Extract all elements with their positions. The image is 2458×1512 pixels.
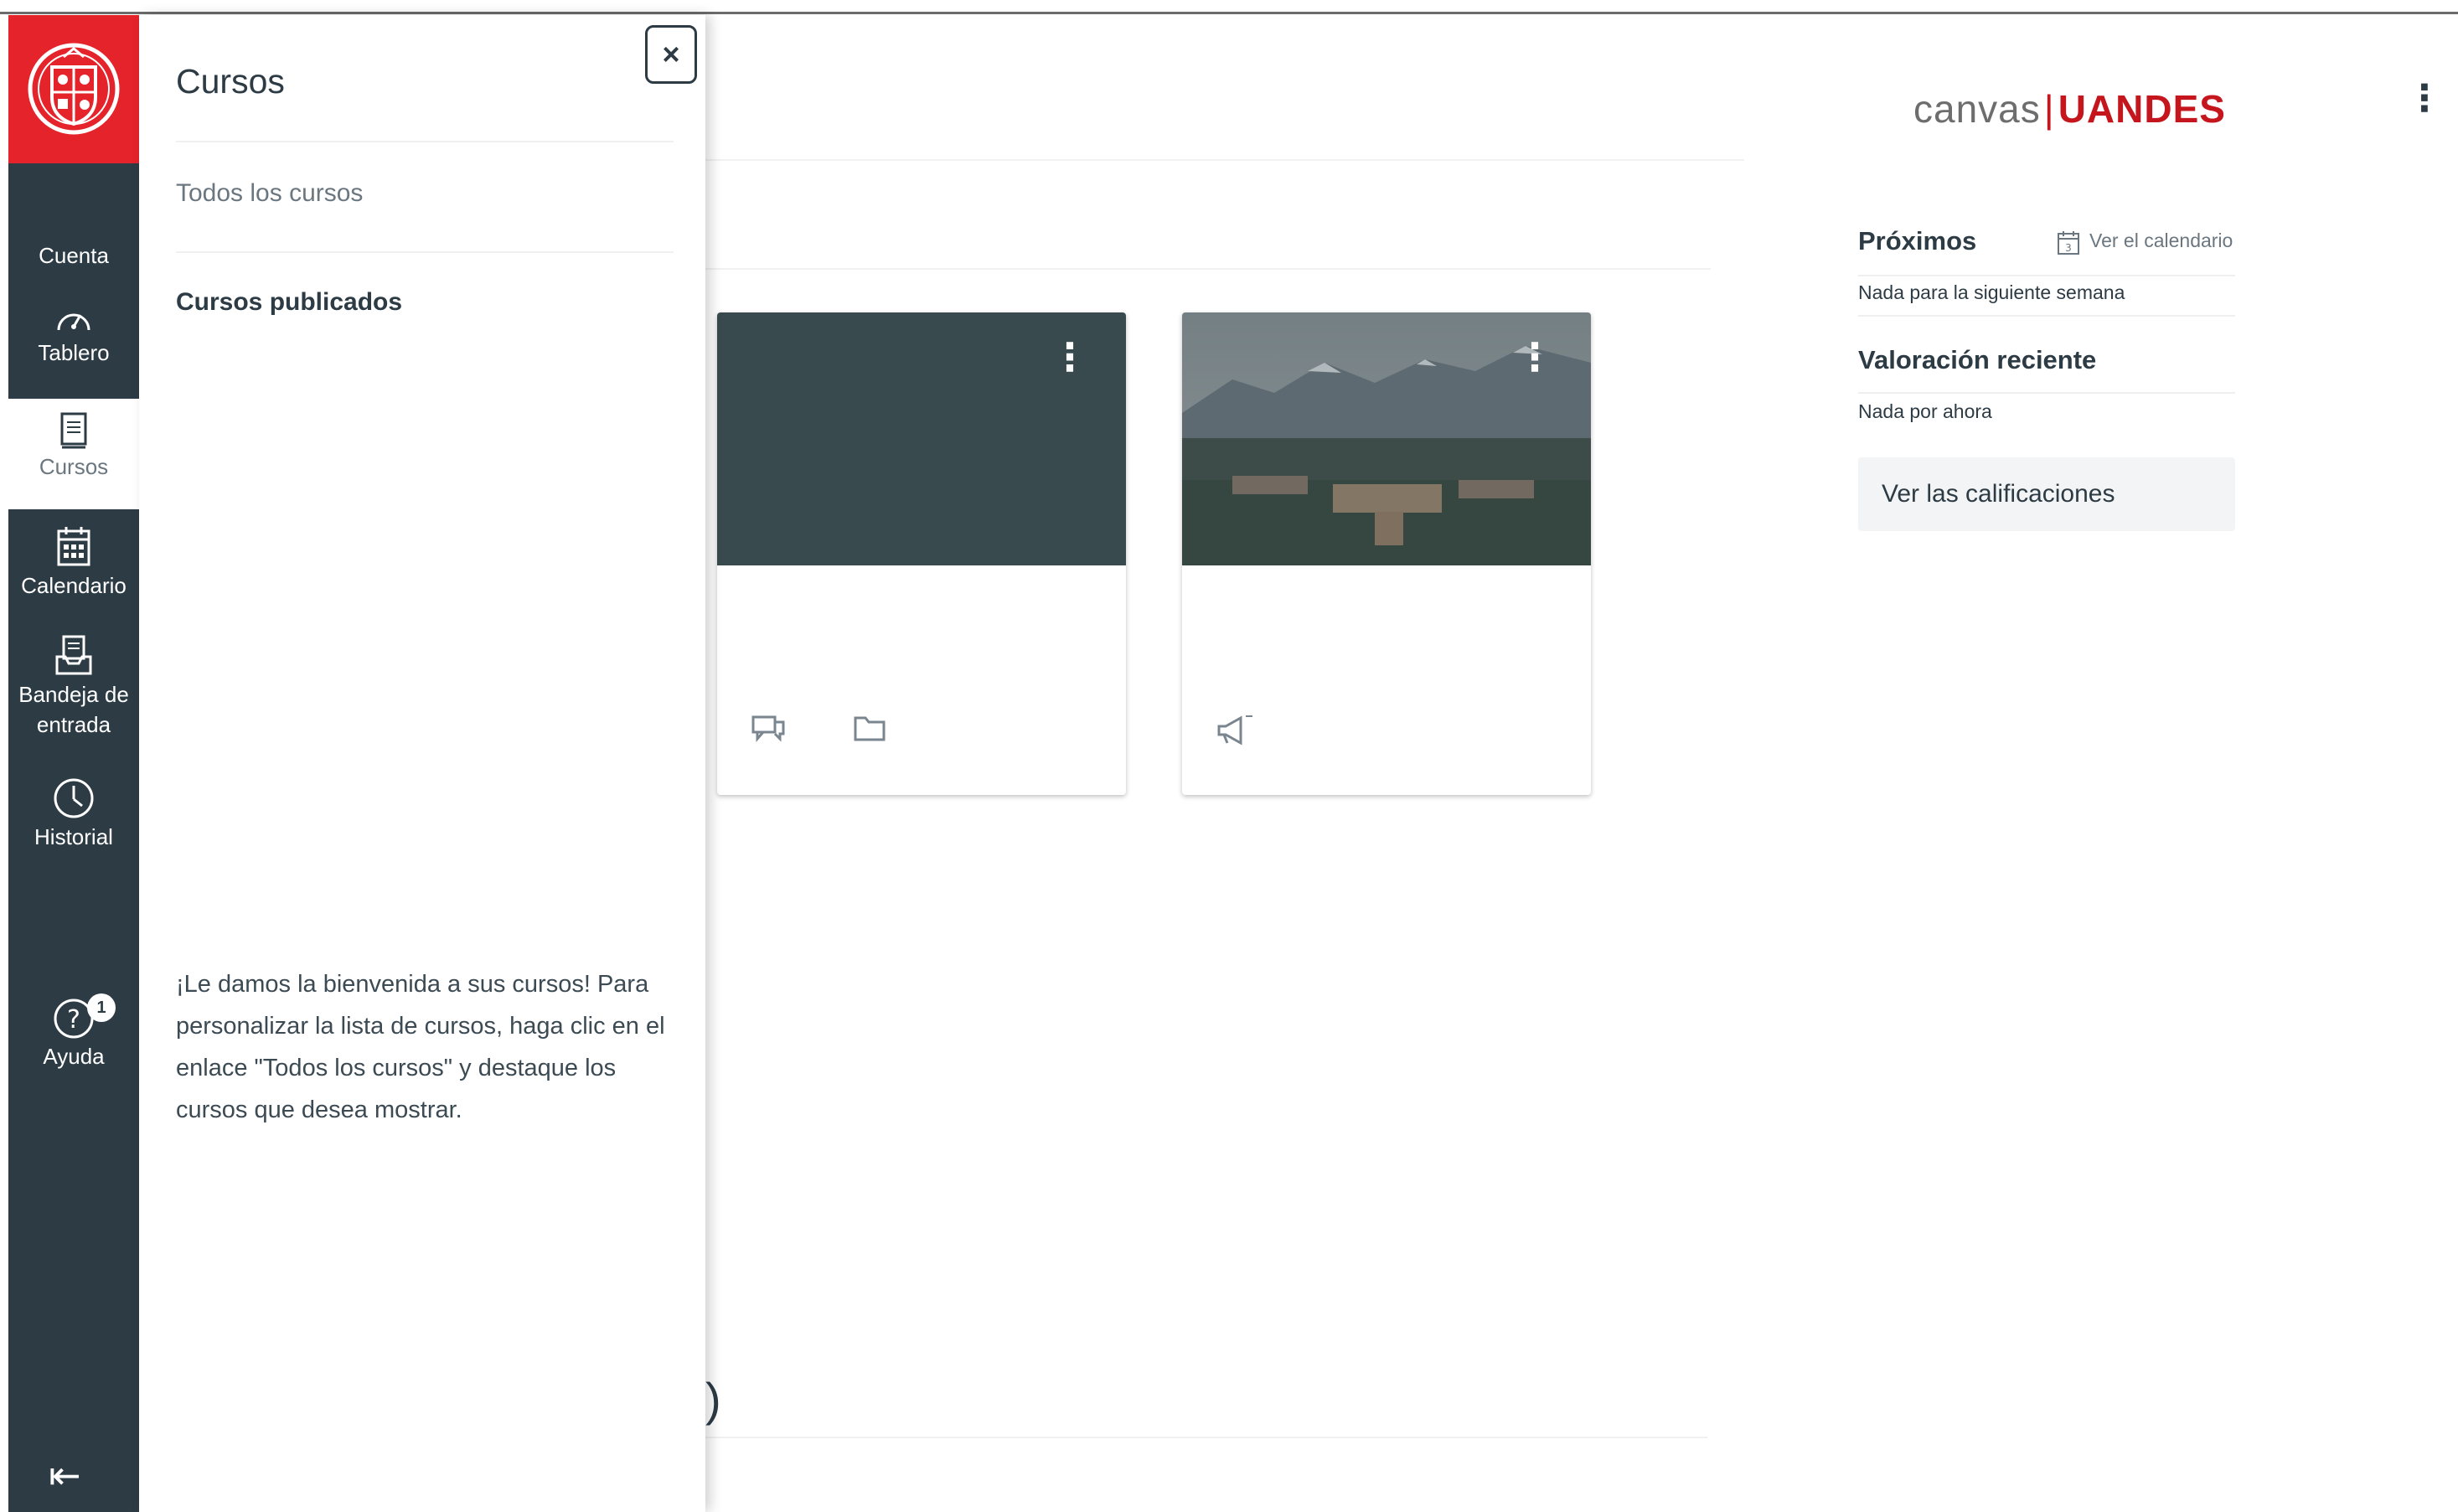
top-border <box>0 0 2458 14</box>
tray-welcome-message: ¡Le damos la bienvenida a sus cursos! Pa… <box>176 971 665 1123</box>
card-options-kebab-icon[interactable]: ⋮ <box>1051 338 1089 376</box>
course-card[interactable]: ⋮ <box>1182 312 1591 795</box>
help-notification-badge: 1 <box>87 993 116 1022</box>
tray-divider <box>176 251 674 253</box>
section-divider <box>705 1437 1707 1438</box>
nav-dashboard[interactable]: Tablero <box>8 302 139 369</box>
upcoming-empty-text: Nada para la siguiente semana <box>1858 281 2125 303</box>
inbox-icon <box>55 635 92 675</box>
nav-dashboard-label: Tablero <box>38 340 110 365</box>
brand-canvas-text: canvas <box>1913 87 2041 131</box>
all-courses-link[interactable]: Todos los cursos <box>176 179 363 208</box>
recent-feedback-empty-text: Nada por ahora <box>1858 400 1992 422</box>
dashboard-gauge-icon <box>57 313 90 331</box>
tray-title: Cursos <box>176 62 285 101</box>
upcoming-title: Próximos <box>1858 226 1977 255</box>
published-courses-heading: Cursos publicados <box>176 288 403 316</box>
svg-text:3: 3 <box>2065 242 2072 254</box>
nav-inbox-label: Bandeja de <box>18 682 129 707</box>
close-tray-button[interactable]: × <box>645 25 697 84</box>
canvas-uandes-logo: canvas|UANDES <box>1913 86 2226 132</box>
crest-icon <box>28 43 120 135</box>
dashboard-options-kebab-icon[interactable]: ⋮ <box>2406 80 2443 117</box>
partial-heading-text: ) <box>705 1373 721 1426</box>
nav-inbox-label-line2: entrada <box>36 712 111 737</box>
global-navigation: Cuenta Tablero Cursos Calendario Bandeja… <box>8 15 139 1512</box>
calendar-icon <box>57 527 90 566</box>
header-divider <box>705 268 1711 270</box>
collapse-nav-icon[interactable]: ⇤ <box>49 1456 81 1494</box>
view-calendar-link[interactable]: Ver el calendario <box>2089 230 2233 252</box>
nav-account-label: Cuenta <box>39 243 109 268</box>
nav-account[interactable]: Cuenta <box>8 240 139 271</box>
folder-icon[interactable] <box>853 713 886 743</box>
tray-divider <box>176 141 674 142</box>
svg-text:?: ? <box>67 1005 80 1035</box>
brand-separator: | <box>2043 87 2055 131</box>
nav-calendar[interactable]: Calendario <box>8 524 139 601</box>
card-options-kebab-icon[interactable]: ⋮ <box>1516 338 1554 376</box>
nav-history-label: Historial <box>34 824 113 849</box>
nav-calendar-label: Calendario <box>21 573 127 598</box>
sidebar-divider <box>1858 392 2235 394</box>
nav-courses[interactable]: Cursos <box>8 399 139 509</box>
discussion-icon[interactable] <box>751 713 786 745</box>
history-clock-icon <box>54 778 94 818</box>
sidebar-divider <box>1858 315 2235 317</box>
nav-help[interactable]: ? 1 Ayuda <box>8 993 139 1072</box>
recent-feedback-title: Valoración reciente <box>1858 345 2097 374</box>
course-card[interactable]: ⋮ <box>717 312 1126 795</box>
brand-uandes-text: UANDES <box>2058 87 2226 131</box>
header-divider <box>705 159 1744 161</box>
nav-inbox[interactable]: Bandeja de entrada <box>8 633 139 741</box>
sidebar-divider <box>1858 275 2235 276</box>
university-logo[interactable] <box>8 15 139 163</box>
courses-book-icon <box>60 412 87 449</box>
courses-tray: Cursos × Todos los cursos Cursos publica… <box>139 15 705 1512</box>
calendar-small-icon[interactable]: 3 <box>2056 230 2081 256</box>
announcement-icon[interactable] <box>1216 713 1256 746</box>
nav-help-label: Ayuda <box>43 1044 105 1069</box>
nav-history[interactable]: Historial <box>8 776 139 853</box>
nav-courses-label: Cursos <box>39 454 109 479</box>
view-grades-button[interactable]: Ver las calificaciones <box>1858 457 2235 531</box>
